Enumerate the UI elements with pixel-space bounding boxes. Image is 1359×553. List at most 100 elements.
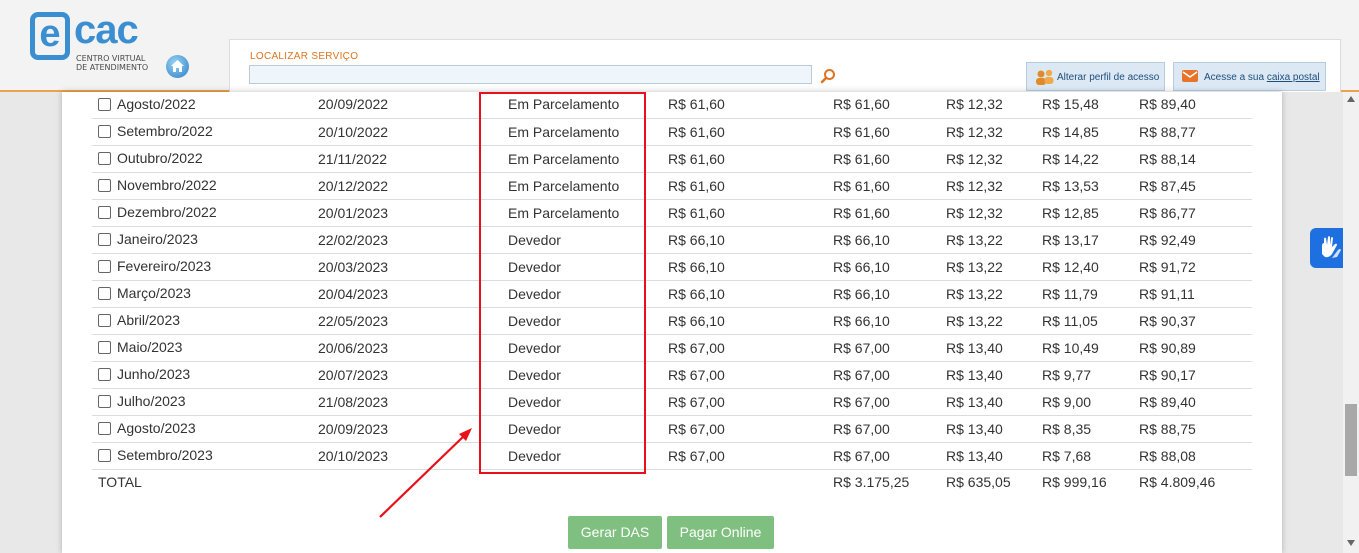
users-icon (1036, 69, 1054, 85)
cell-total: R$ 88,14 (1139, 145, 1252, 173)
row-checkbox[interactable] (98, 259, 111, 273)
cell-text: R$ 86,77 (1139, 204, 1196, 221)
cell-total: R$ 89,40 (1139, 388, 1252, 416)
ecac-logo[interactable]: e cac CENTRO VIRTUAL DE ATENDIMENTO (30, 8, 160, 80)
cell-text: Dezembro/2022 (117, 204, 217, 221)
cell-interest: R$ 14,85 (1042, 118, 1139, 146)
cell-principal: R$ 61,60 (668, 118, 833, 146)
scroll-up-arrow-icon[interactable] (1347, 96, 1355, 102)
cell-text: R$ 89,40 (1139, 96, 1196, 113)
row-checkbox[interactable] (98, 421, 111, 435)
cell-principal: R$ 61,60 (668, 145, 833, 173)
cell-text: Janeiro/2023 (117, 231, 198, 248)
cell-text: R$ 89,40 (1139, 393, 1196, 410)
row-checkbox[interactable] (98, 448, 111, 462)
cell-text: Agosto/2023 (117, 420, 196, 437)
scroll-thumb[interactable] (1345, 404, 1357, 476)
cell-period: Agosto/2023 (92, 415, 318, 443)
cell-principal: R$ 67,00 (668, 334, 833, 362)
search-input[interactable] (249, 65, 812, 84)
table-row: Março/2023 20/04/2023 Devedor R$ 66,10 R$ 66… (92, 280, 1252, 308)
cell-text: R$ 10,49 (1042, 339, 1099, 356)
row-checkbox[interactable] (98, 124, 111, 138)
gerar-das-button[interactable]: Gerar DAS (568, 516, 662, 549)
row-checkbox[interactable] (98, 205, 111, 219)
cell-text: R$ 90,17 (1139, 366, 1196, 383)
cell-fine: R$ 12,32 (946, 172, 1042, 200)
cell-fine: R$ 12,32 (946, 145, 1042, 173)
search-icon[interactable] (820, 68, 836, 84)
cell-text: R$ 66,10 (668, 312, 725, 329)
cell-text: R$ 13,40 (946, 393, 1003, 410)
cell-fine: R$ 13,40 (946, 334, 1042, 362)
cell-fine: R$ 13,22 (946, 253, 1042, 281)
cell-text: R$ 88,75 (1139, 420, 1196, 437)
row-checkbox[interactable] (98, 151, 111, 165)
row-checkbox[interactable] (98, 394, 111, 408)
cell-interest: R$ 12,40 (1042, 253, 1139, 281)
cell-fine: R$ 13,22 (946, 280, 1042, 308)
table-row: Maio/2023 20/06/2023 Devedor R$ 67,00 R$ 67,… (92, 334, 1252, 362)
row-checkbox[interactable] (98, 313, 111, 327)
cell-total: R$ 87,45 (1139, 172, 1252, 200)
cell-updated: R$ 61,60 (833, 172, 946, 200)
table-row: Novembro/2022 20/12/2022 Em Parcelamento R$… (92, 172, 1252, 200)
cell-text: R$ 14,22 (1042, 150, 1099, 167)
cell-text: Julho/2023 (117, 393, 186, 410)
caixa-postal-link[interactable]: caixa postal (1267, 72, 1320, 83)
cell-text: R$ 66,10 (668, 231, 725, 248)
cell-text: R$ 12,32 (946, 123, 1003, 140)
cell-text: 20/03/2023 (318, 258, 389, 275)
row-checkbox[interactable] (98, 232, 111, 246)
caixa-postal-button[interactable]: Acesse a sua caixa postal (1173, 62, 1326, 91)
cell-principal: R$ 61,60 (668, 92, 833, 119)
cell-text: R$ 61,60 (833, 123, 890, 140)
cell-interest: R$ 9,00 (1042, 388, 1139, 416)
total-total: R$ 4.809,46 (1139, 474, 1216, 491)
cell-principal: R$ 67,00 (668, 388, 833, 416)
cell-principal: R$ 61,60 (668, 172, 833, 200)
cell-text: R$ 13,22 (946, 312, 1003, 329)
cell-total: R$ 88,75 (1139, 415, 1252, 443)
cell-text: R$ 13,22 (946, 231, 1003, 248)
cell-text: R$ 92,49 (1139, 231, 1196, 248)
table-row: Julho/2023 21/08/2023 Devedor R$ 67,00 R$ 67… (92, 388, 1252, 416)
cell-principal: R$ 61,60 (668, 199, 833, 227)
cell-text: R$ 7,68 (1042, 447, 1092, 464)
page-scrollbar[interactable] (1343, 92, 1359, 553)
cell-text: Maio/2023 (117, 339, 183, 356)
cell-text: R$ 61,60 (668, 96, 725, 113)
cell-interest: R$ 11,79 (1042, 280, 1139, 308)
cell-principal: R$ 66,10 (668, 253, 833, 281)
alterar-perfil-button[interactable]: Alterar perfil de acesso (1026, 62, 1165, 91)
cell-interest: R$ 12,85 (1042, 199, 1139, 227)
cell-total: R$ 92,49 (1139, 226, 1252, 254)
cell-text: R$ 67,00 (668, 339, 725, 356)
table-row: Agosto/2023 20/09/2023 Devedor R$ 67,00 R$ 6… (92, 415, 1252, 443)
cell-text: R$ 61,60 (833, 177, 890, 194)
cell-text: R$ 12,85 (1042, 204, 1099, 221)
logo-subtitle: CENTRO VIRTUAL DE ATENDIMENTO (76, 54, 148, 72)
logo-subtitle-line2: DE ATENDIMENTO (76, 63, 149, 72)
site-header: e cac CENTRO VIRTUAL DE ATENDIMENTO LOCA… (0, 0, 1359, 92)
row-checkbox[interactable] (98, 367, 111, 381)
cell-updated: R$ 61,60 (833, 118, 946, 146)
cell-text: R$ 13,40 (946, 366, 1003, 383)
row-checkbox[interactable] (98, 340, 111, 354)
pagar-online-button[interactable]: Pagar Online (667, 516, 774, 549)
cell-text: R$ 66,10 (668, 285, 725, 302)
cell-total: R$ 89,40 (1139, 92, 1252, 119)
row-checkbox[interactable] (98, 97, 111, 111)
cell-text: R$ 90,37 (1139, 312, 1196, 329)
caixa-postal-label: Acesse a sua caixa postal (1204, 72, 1320, 83)
row-checkbox[interactable] (98, 286, 111, 300)
cell-text: R$ 67,00 (668, 447, 725, 464)
cell-principal: R$ 66,10 (668, 226, 833, 254)
home-button[interactable] (166, 55, 189, 78)
cell-text: R$ 88,77 (1139, 123, 1196, 140)
scroll-down-arrow-icon[interactable] (1347, 540, 1355, 546)
row-checkbox[interactable] (98, 178, 111, 192)
debts-table: Agosto/2022 20/09/2022 Em Parcelamento R$ 6… (92, 92, 1252, 495)
cell-text: R$ 61,60 (668, 177, 725, 194)
cell-text: 21/08/2023 (318, 393, 389, 410)
